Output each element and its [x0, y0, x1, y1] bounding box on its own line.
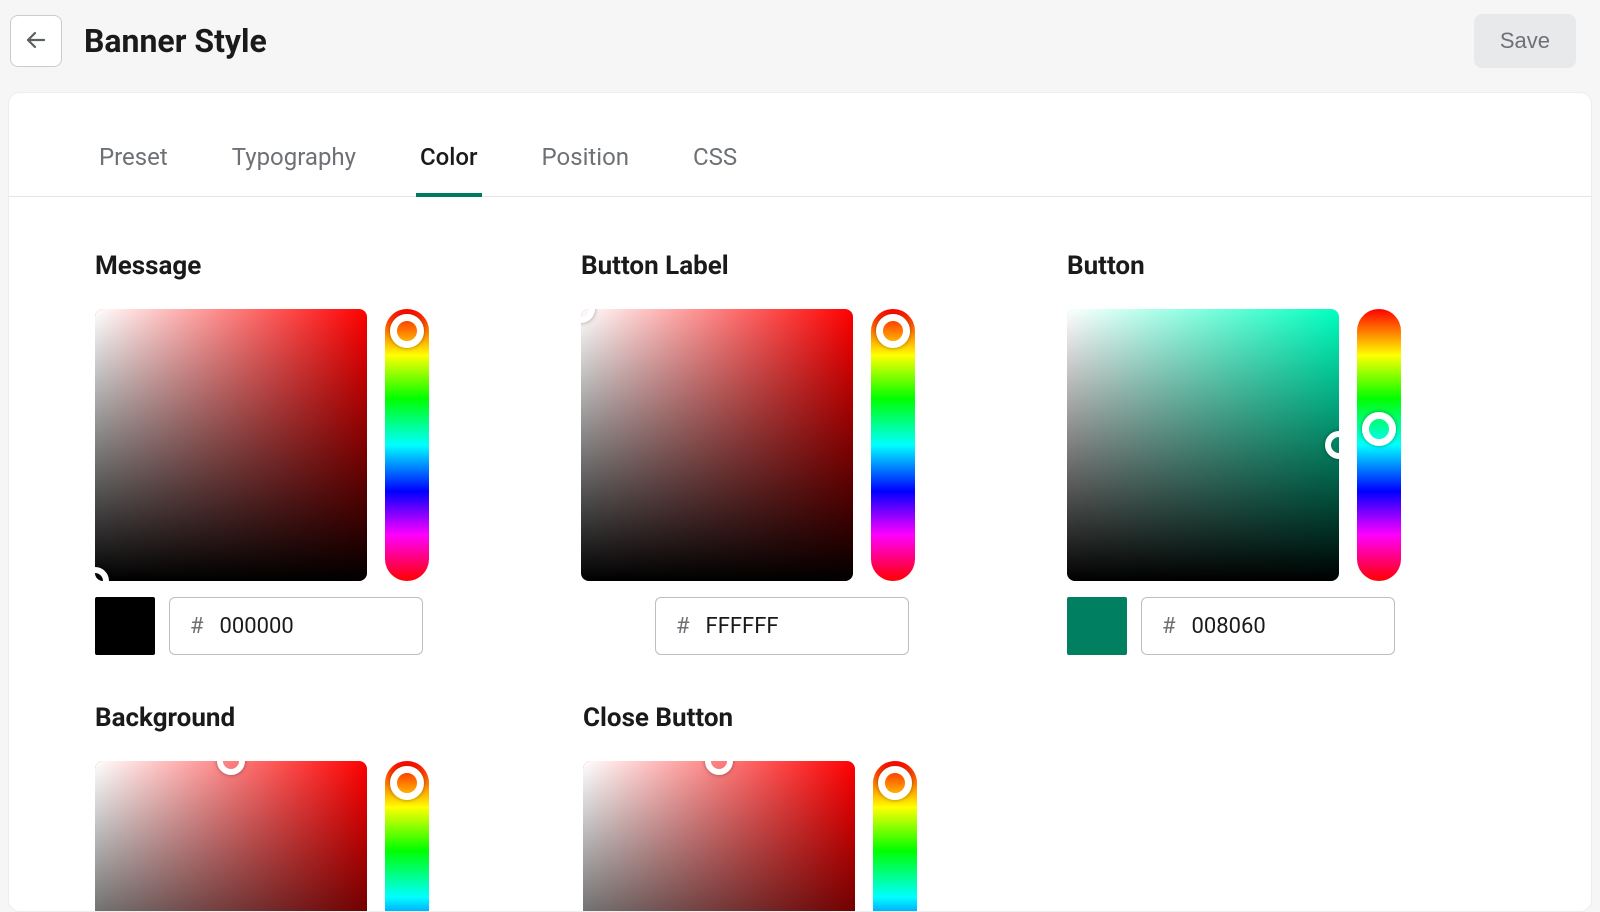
hex-input[interactable]: # FFFFFF — [655, 597, 909, 655]
page-header: Banner Style Save — [0, 0, 1600, 82]
picker-background: Background — [95, 703, 535, 912]
picker-title: Message — [95, 251, 533, 281]
color-swatch — [1067, 597, 1127, 655]
hue-thumb[interactable] — [876, 314, 910, 348]
hue-slider[interactable] — [871, 309, 915, 581]
picker-close-button: Close Button — [583, 703, 1023, 912]
hex-input[interactable]: #008060 — [1141, 597, 1395, 655]
hue-slider[interactable] — [385, 309, 429, 581]
hex-value: 008060 — [1192, 614, 1266, 639]
picker-title: Background — [95, 703, 535, 733]
picker-title: Close Button — [583, 703, 1023, 733]
settings-card: Preset Typography Color Position CSS Mes… — [8, 92, 1592, 912]
picker-message: Message #000000 — [95, 251, 533, 655]
tab-position[interactable]: Position — [538, 129, 634, 197]
saturation-value-panel[interactable] — [1067, 309, 1339, 581]
hue-slider[interactable] — [385, 761, 429, 912]
saturation-value-panel[interactable] — [95, 309, 367, 581]
tab-css[interactable]: CSS — [689, 129, 741, 197]
picker-button: Button #008060 — [1067, 251, 1505, 655]
tabs: Preset Typography Color Position CSS — [9, 129, 1591, 197]
hex-value: 000000 — [220, 614, 294, 639]
tab-color[interactable]: Color — [416, 129, 482, 197]
hue-thumb[interactable] — [390, 314, 424, 348]
tab-preset[interactable]: Preset — [95, 129, 172, 197]
save-button[interactable]: Save — [1474, 14, 1576, 68]
hash-label: # — [1162, 614, 1176, 639]
back-button[interactable] — [10, 15, 62, 67]
picker-title: Button Label — [581, 251, 1019, 281]
tab-panel-color: Message #000000 Button Label # FFFFFF Butto… — [9, 197, 1591, 912]
saturation-value-panel[interactable] — [583, 761, 855, 912]
hash-label: # — [676, 614, 690, 639]
color-swatch — [95, 597, 155, 655]
hue-slider[interactable] — [1357, 309, 1401, 581]
saturation-value-panel[interactable] — [581, 309, 853, 581]
hex-input[interactable]: #000000 — [169, 597, 423, 655]
hue-thumb[interactable] — [1362, 412, 1396, 446]
picker-button-label: Button Label # FFFFFF — [581, 251, 1019, 655]
hash-label: # — [190, 614, 204, 639]
picker-title: Button — [1067, 251, 1505, 281]
arrow-left-icon — [24, 28, 48, 55]
saturation-value-panel[interactable] — [95, 761, 367, 912]
hue-slider[interactable] — [873, 761, 917, 912]
hue-thumb[interactable] — [878, 766, 912, 800]
hue-thumb[interactable] — [390, 766, 424, 800]
hex-value: FFFFFF — [706, 614, 779, 639]
page-title: Banner Style — [84, 22, 1452, 60]
tab-typography[interactable]: Typography — [228, 129, 360, 197]
